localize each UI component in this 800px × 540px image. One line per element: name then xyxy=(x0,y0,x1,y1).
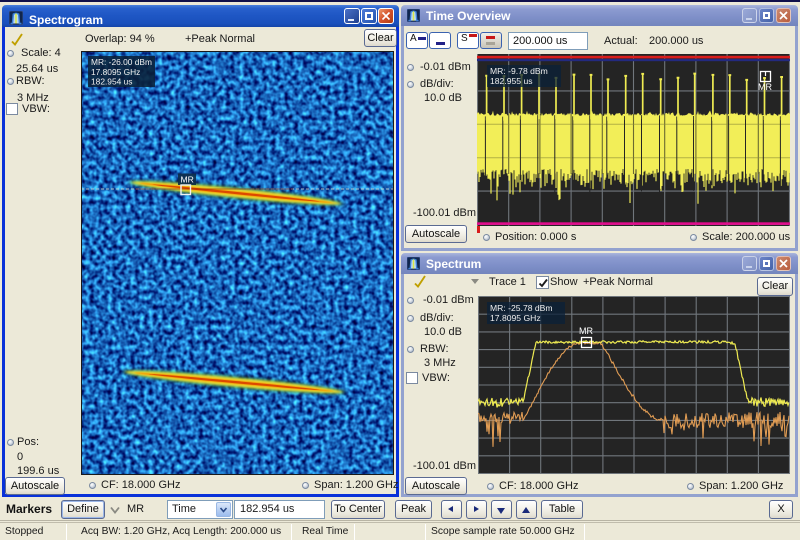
svg-text:MR: -26.00 dBm: MR: -26.00 dBm xyxy=(91,57,152,67)
svg-text:MR: MR xyxy=(579,326,593,336)
svg-text:MR: -25.78 dBm: MR: -25.78 dBm xyxy=(490,303,553,313)
svg-text:MR: -9.78 dBm: MR: -9.78 dBm xyxy=(490,66,548,76)
svg-text:182.954 us: 182.954 us xyxy=(91,77,132,87)
svg-text:17.8095 GHz: 17.8095 GHz xyxy=(91,67,140,77)
svg-text:MR: MR xyxy=(758,82,772,92)
svg-text:17.8095 GHz: 17.8095 GHz xyxy=(490,313,541,323)
svg-text:MR: MR xyxy=(181,175,194,185)
svg-text:182.955 us: 182.955 us xyxy=(490,76,533,86)
